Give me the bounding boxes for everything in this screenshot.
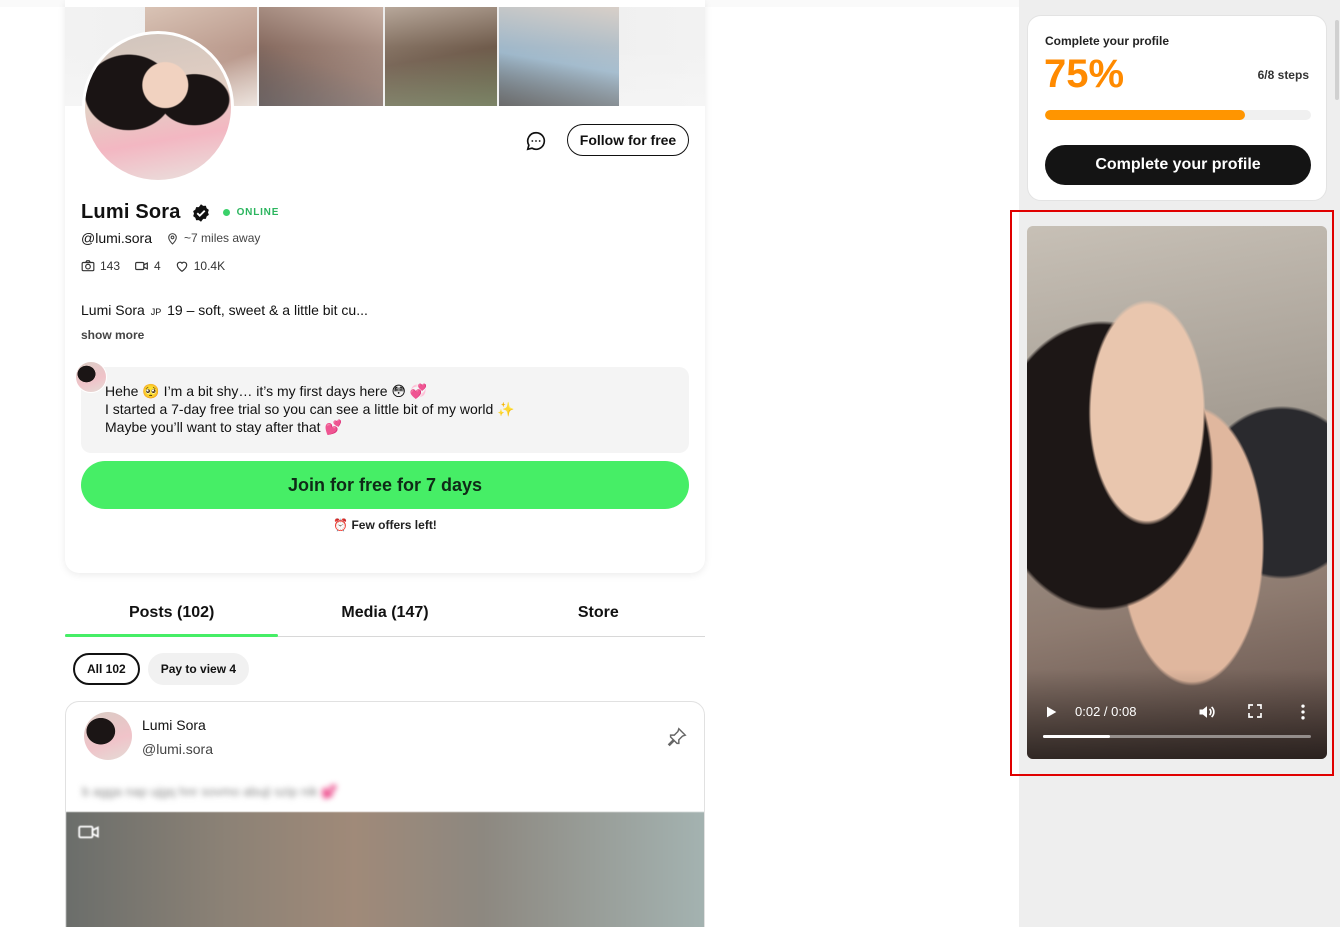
handle-row: @lumi.sora ~7 miles away [81, 230, 260, 246]
filter-all[interactable]: All 102 [73, 653, 140, 685]
videos-count: 4 [154, 259, 161, 273]
more-options-icon[interactable] [1297, 702, 1309, 722]
completion-progress-fill [1045, 110, 1245, 120]
scrollbar-thumb[interactable] [1335, 20, 1339, 100]
location-pin-icon [168, 232, 177, 245]
post-card: Lumi Sora @lumi.sora b agga nap ujgq hnr… [65, 701, 705, 927]
tab-media[interactable]: Media (147) [278, 590, 491, 636]
message-line: Hehe 🥺 I’m a bit shy… it’s my first days… [105, 383, 428, 399]
name-row: Lumi Sora ONLINE [81, 201, 279, 224]
join-free-trial-button[interactable]: Join for free for 7 days [81, 461, 689, 509]
bio-text: 19 – soft, sweet & a little bit cu... [167, 302, 368, 318]
tab-posts[interactable]: Posts (102) [65, 590, 279, 637]
page: Follow for free Lumi Sora ONLINE @lumi.s… [0, 0, 1340, 927]
video-progress-track[interactable] [1043, 735, 1311, 738]
camera-icon [81, 260, 95, 272]
online-status: ONLINE [222, 207, 280, 218]
post-author-name[interactable]: Lumi Sora [142, 717, 206, 733]
message-avatar [75, 361, 107, 393]
message-line: I started a 7-day free trial so you can … [105, 401, 515, 417]
video-camera-icon [135, 261, 148, 271]
online-dot [222, 209, 230, 216]
distance: ~7 miles away [166, 231, 260, 245]
video-time: 0:02 / 0:08 [1075, 704, 1137, 719]
completion-title: Complete your profile [1045, 34, 1170, 48]
bio-name: Lumi Sora [81, 302, 145, 318]
bio: Lumi Sora JP 19 – soft, sweet & a little… [81, 302, 368, 318]
video-icon [78, 825, 99, 839]
few-offers-note: ⏰ Few offers left! [333, 518, 437, 532]
profile-avatar[interactable] [82, 31, 234, 183]
video-player[interactable]: 0:02 / 0:08 [1027, 226, 1327, 759]
profile-handle: @lumi.sora [81, 230, 153, 246]
fullscreen-icon[interactable] [1247, 703, 1263, 719]
post-filters: All 102 Pay to view 4 [73, 653, 257, 685]
volume-icon[interactable] [1197, 702, 1217, 722]
completion-steps: 6/8 steps [1257, 68, 1309, 82]
completion-percent: 75% [1044, 52, 1125, 96]
play-icon[interactable] [1043, 704, 1059, 720]
likes-count: 10.4K [193, 259, 226, 273]
verified-badge-icon [192, 203, 209, 222]
completion-progress-bar [1045, 110, 1311, 120]
complete-profile-button[interactable]: Complete your profile [1045, 145, 1311, 185]
show-more-link[interactable]: show more [81, 328, 144, 342]
videos-stat: 4 [134, 259, 161, 273]
filter-pay-to-view[interactable]: Pay to view 4 [147, 653, 250, 685]
distance-label: ~7 miles away [184, 231, 261, 245]
profile-completion-card: Complete your profile 75% 6/8 steps Comp… [1027, 15, 1327, 201]
tab-store[interactable]: Store [492, 590, 705, 636]
video-progress-fill [1043, 735, 1110, 738]
post-media-blurred[interactable] [66, 812, 704, 927]
pin-icon[interactable] [666, 726, 688, 748]
content-tabs: Posts (102) Media (147) Store [65, 590, 705, 637]
chat-bubble-icon [526, 131, 546, 151]
photos-count: 143 [100, 259, 121, 273]
stats-row: 143 4 10.4K [81, 259, 239, 273]
post-author-handle: @lumi.sora [142, 741, 214, 757]
follow-button[interactable]: Follow for free [567, 124, 689, 156]
message-button[interactable] [523, 128, 549, 154]
video-controls-shade [1027, 669, 1327, 759]
bio-flag: JP [150, 307, 162, 317]
profile-name: Lumi Sora [81, 201, 181, 223]
post-author-avatar[interactable] [84, 712, 132, 760]
online-label: ONLINE [236, 207, 280, 218]
welcome-message: Hehe 🥺 I’m a bit shy… it’s my first days… [81, 367, 689, 453]
photos-stat: 143 [81, 259, 120, 273]
message-line: Maybe you’ll want to stay after that 💕 [105, 419, 342, 435]
heart-icon [176, 261, 187, 272]
likes-stat: 10.4K [175, 259, 225, 273]
post-text-blurred: b agga nap ujgq hnr sovmo abuji szip nik… [82, 784, 338, 799]
profile-card: Follow for free Lumi Sora ONLINE @lumi.s… [65, 0, 705, 573]
